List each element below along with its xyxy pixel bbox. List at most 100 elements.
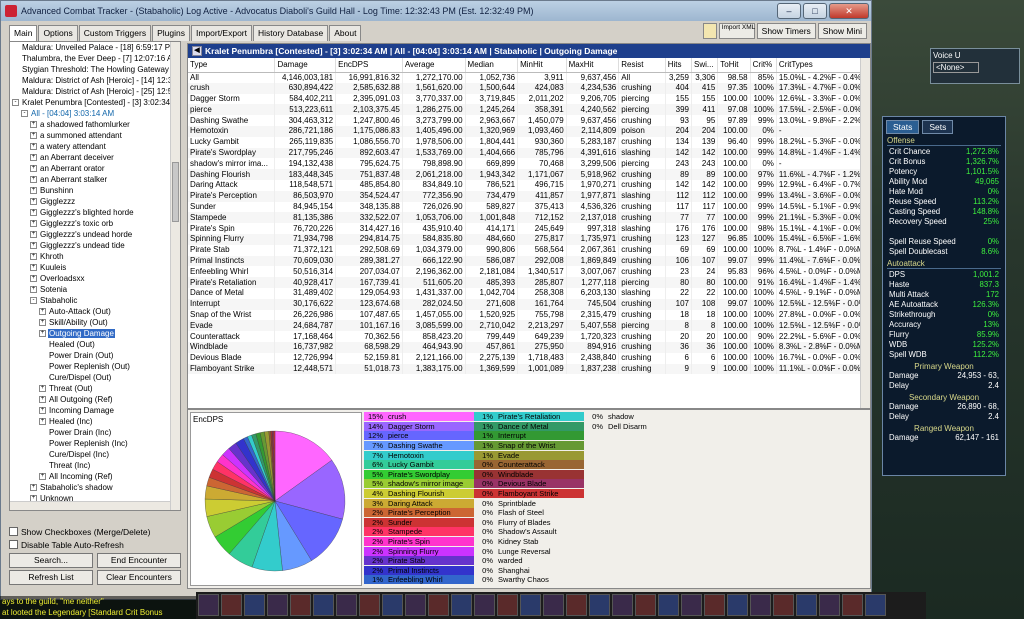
table-row[interactable]: Dagger Storm 584,402,211 2,395,091.03 3,770… bbox=[188, 93, 871, 105]
tab-options[interactable]: Options bbox=[38, 25, 78, 41]
table-row[interactable]: Dance of Metal 31,489,402 129,054.93 1,431,… bbox=[188, 287, 871, 299]
hotbar-slot-icon[interactable] bbox=[635, 594, 656, 616]
tree-item[interactable]: - All - [04:04] 3:03:14 AM bbox=[10, 108, 180, 119]
expand-toggle-icon[interactable]: + bbox=[30, 154, 37, 162]
expand-toggle-icon[interactable]: + bbox=[30, 132, 37, 140]
minimize-button[interactable]: – bbox=[777, 3, 801, 19]
column-header[interactable]: Damage bbox=[274, 58, 337, 73]
tree-item[interactable]: + Gigglezzz's toxic orb bbox=[10, 218, 180, 229]
expand-toggle-icon[interactable]: + bbox=[39, 473, 46, 481]
table-row[interactable]: crush 630,894,422 2,585,632.88 1,561,620.00… bbox=[188, 82, 871, 94]
expand-toggle-icon[interactable]: - bbox=[21, 110, 28, 118]
tree-item[interactable]: + Stabaholic's shadow bbox=[10, 482, 180, 493]
disable-refresh-checkbox[interactable]: Disable Table Auto-Refresh bbox=[9, 538, 181, 551]
hotbar-slot-icon[interactable] bbox=[382, 594, 403, 616]
hotbar-slot-icon[interactable] bbox=[796, 594, 817, 616]
hotbar-slot-icon[interactable] bbox=[819, 594, 840, 616]
tree-hscrollbar[interactable] bbox=[10, 501, 170, 510]
expand-toggle-icon[interactable]: + bbox=[30, 198, 37, 206]
tree-item[interactable]: Power Drain (Out) bbox=[10, 350, 180, 361]
tree-item[interactable]: Healed (Out) bbox=[10, 339, 180, 350]
expand-toggle-icon[interactable]: + bbox=[39, 308, 46, 316]
tree-item[interactable]: + Auto-Attack (Out) bbox=[10, 306, 180, 317]
expand-toggle-icon[interactable]: - bbox=[30, 297, 37, 305]
expand-toggle-icon[interactable]: + bbox=[39, 418, 46, 426]
tab-plugins[interactable]: Plugins bbox=[152, 25, 190, 41]
hotbar-slot-icon[interactable] bbox=[658, 594, 679, 616]
table-row[interactable]: Enfeebling Whirl 50,516,314 207,034.07 2,19… bbox=[188, 266, 871, 278]
tree-item[interactable]: Power Replenish (Out) bbox=[10, 361, 180, 372]
hotbar-slot-icon[interactable] bbox=[566, 594, 587, 616]
end-encounter-button[interactable]: End Encounter bbox=[97, 553, 181, 568]
hotbar-slot-icon[interactable] bbox=[727, 594, 748, 616]
tree-item[interactable]: + a summoned attendant bbox=[10, 130, 180, 141]
expand-toggle-icon[interactable]: + bbox=[30, 484, 37, 492]
voice-channel[interactable]: <None> bbox=[933, 62, 979, 73]
table-row[interactable]: Lucky Gambit 265,119,835 1,086,556.70 1,978… bbox=[188, 136, 871, 148]
tree-item[interactable]: - Kralet Penumbra [Contested] - [3] 3:02:… bbox=[10, 97, 180, 108]
import-xml-button[interactable]: Import XML bbox=[718, 23, 755, 39]
column-header[interactable]: ToHit bbox=[717, 58, 751, 73]
hotbar-slot-icon[interactable] bbox=[520, 594, 541, 616]
tree-item[interactable]: Power Drain (Inc) bbox=[10, 427, 180, 438]
expand-toggle-icon[interactable]: - bbox=[12, 99, 19, 107]
table-row[interactable]: Windblade 16,737,982 68,598.29 464,943.90 45… bbox=[188, 341, 871, 353]
tree-item[interactable]: + Sotenia bbox=[10, 284, 180, 295]
column-header[interactable]: EncDPS bbox=[335, 58, 403, 73]
back-arrow-icon[interactable]: ◀ bbox=[192, 46, 202, 56]
table-row[interactable]: Dashing Swathe 304,463,312 1,247,800.46 3,2… bbox=[188, 115, 871, 126]
column-header[interactable]: Hits bbox=[665, 58, 693, 73]
column-header[interactable]: Crit% bbox=[750, 58, 777, 73]
table-row[interactable]: Pirate's Spin 76,720,226 314,427.16 435,910… bbox=[188, 223, 871, 234]
expand-toggle-icon[interactable]: + bbox=[30, 275, 37, 283]
refresh-list-button[interactable]: Refresh List bbox=[9, 570, 93, 585]
hotbar-slot-icon[interactable] bbox=[681, 594, 702, 616]
table-row[interactable]: Sunder 84,945,154 348,135.88 726,026.90 589,… bbox=[188, 201, 871, 213]
column-header[interactable]: CritTypes bbox=[776, 58, 871, 73]
hotbar-slot-icon[interactable] bbox=[451, 594, 472, 616]
tree-item[interactable]: + Gigglezzz's blighted horde bbox=[10, 207, 180, 218]
expand-toggle-icon[interactable]: + bbox=[39, 330, 46, 338]
show-mini-button[interactable]: Show Mini bbox=[817, 23, 867, 39]
table-row[interactable]: All 4,146,003,181 16,991,816.32 1,272,170.0… bbox=[188, 72, 871, 83]
encounter-tree[interactable]: Maldura: Unveiled Palace - [18] 6:59:17 … bbox=[9, 41, 181, 511]
clear-encounters-button[interactable]: Clear Encounters bbox=[97, 570, 181, 585]
expand-toggle-icon[interactable]: + bbox=[39, 396, 46, 404]
tree-item[interactable]: + All Incoming (Ref) bbox=[10, 471, 180, 482]
expand-toggle-icon[interactable]: + bbox=[30, 143, 37, 151]
tree-item[interactable]: Power Replenish (Inc) bbox=[10, 438, 180, 449]
table-row[interactable]: Spinning Flurry 71,934,798 294,814.75 584,8… bbox=[188, 233, 871, 245]
table-scrollbar[interactable] bbox=[860, 58, 870, 408]
show-checkboxes-checkbox[interactable]: Show Checkboxes (Merge/Delete) bbox=[9, 525, 181, 538]
tree-scrollbar[interactable] bbox=[170, 42, 180, 510]
hotbar-slot-icon[interactable] bbox=[359, 594, 380, 616]
tree-item[interactable]: + a shadowed fathomlurker bbox=[10, 119, 180, 130]
table-row[interactable]: Snap of the Wrist 26,226,986 107,487.65 1,4… bbox=[188, 309, 871, 321]
column-header[interactable]: Average bbox=[402, 58, 466, 73]
tree-item[interactable]: + Kuuleis bbox=[10, 262, 180, 273]
tree-item[interactable]: + Incoming Damage bbox=[10, 405, 180, 416]
expand-toggle-icon[interactable]: + bbox=[30, 187, 37, 195]
tree-item[interactable]: + a watery attendant bbox=[10, 141, 180, 152]
hotbar-slot-icon[interactable] bbox=[773, 594, 794, 616]
tree-item[interactable]: + Bunshinn bbox=[10, 185, 180, 196]
hotbar-slot-icon[interactable] bbox=[612, 594, 633, 616]
tree-item[interactable]: Maldura: Unveiled Palace - [18] 6:59:17 … bbox=[10, 42, 180, 53]
hotbar-slot-icon[interactable] bbox=[405, 594, 426, 616]
folder-icon[interactable] bbox=[702, 23, 717, 39]
table-row[interactable]: Pirate's Perception 86,503,970 354,524.47 7… bbox=[188, 190, 871, 202]
tree-item[interactable]: + an Aberrant stalker bbox=[10, 174, 180, 185]
tree-item[interactable]: Thalumbra, the Ever Deep - [7] 12:07:16 … bbox=[10, 53, 180, 64]
tab-import-export[interactable]: Import/Export bbox=[190, 25, 253, 41]
tree-item[interactable]: + Gigglezzz bbox=[10, 196, 180, 207]
expand-toggle-icon[interactable]: + bbox=[30, 242, 37, 250]
hotbar-slot-icon[interactable] bbox=[497, 594, 518, 616]
tree-item[interactable]: Maldura: District of Ash [Heroic] - [25]… bbox=[10, 86, 180, 97]
expand-toggle-icon[interactable]: + bbox=[30, 165, 37, 173]
hotbar-slot-icon[interactable] bbox=[267, 594, 288, 616]
tree-item[interactable]: + Healed (Inc) bbox=[10, 416, 180, 427]
expand-toggle-icon[interactable]: + bbox=[30, 264, 37, 272]
expand-toggle-icon[interactable]: + bbox=[39, 319, 46, 327]
expand-toggle-icon[interactable]: + bbox=[30, 286, 37, 294]
expand-toggle-icon[interactable]: + bbox=[30, 220, 37, 228]
